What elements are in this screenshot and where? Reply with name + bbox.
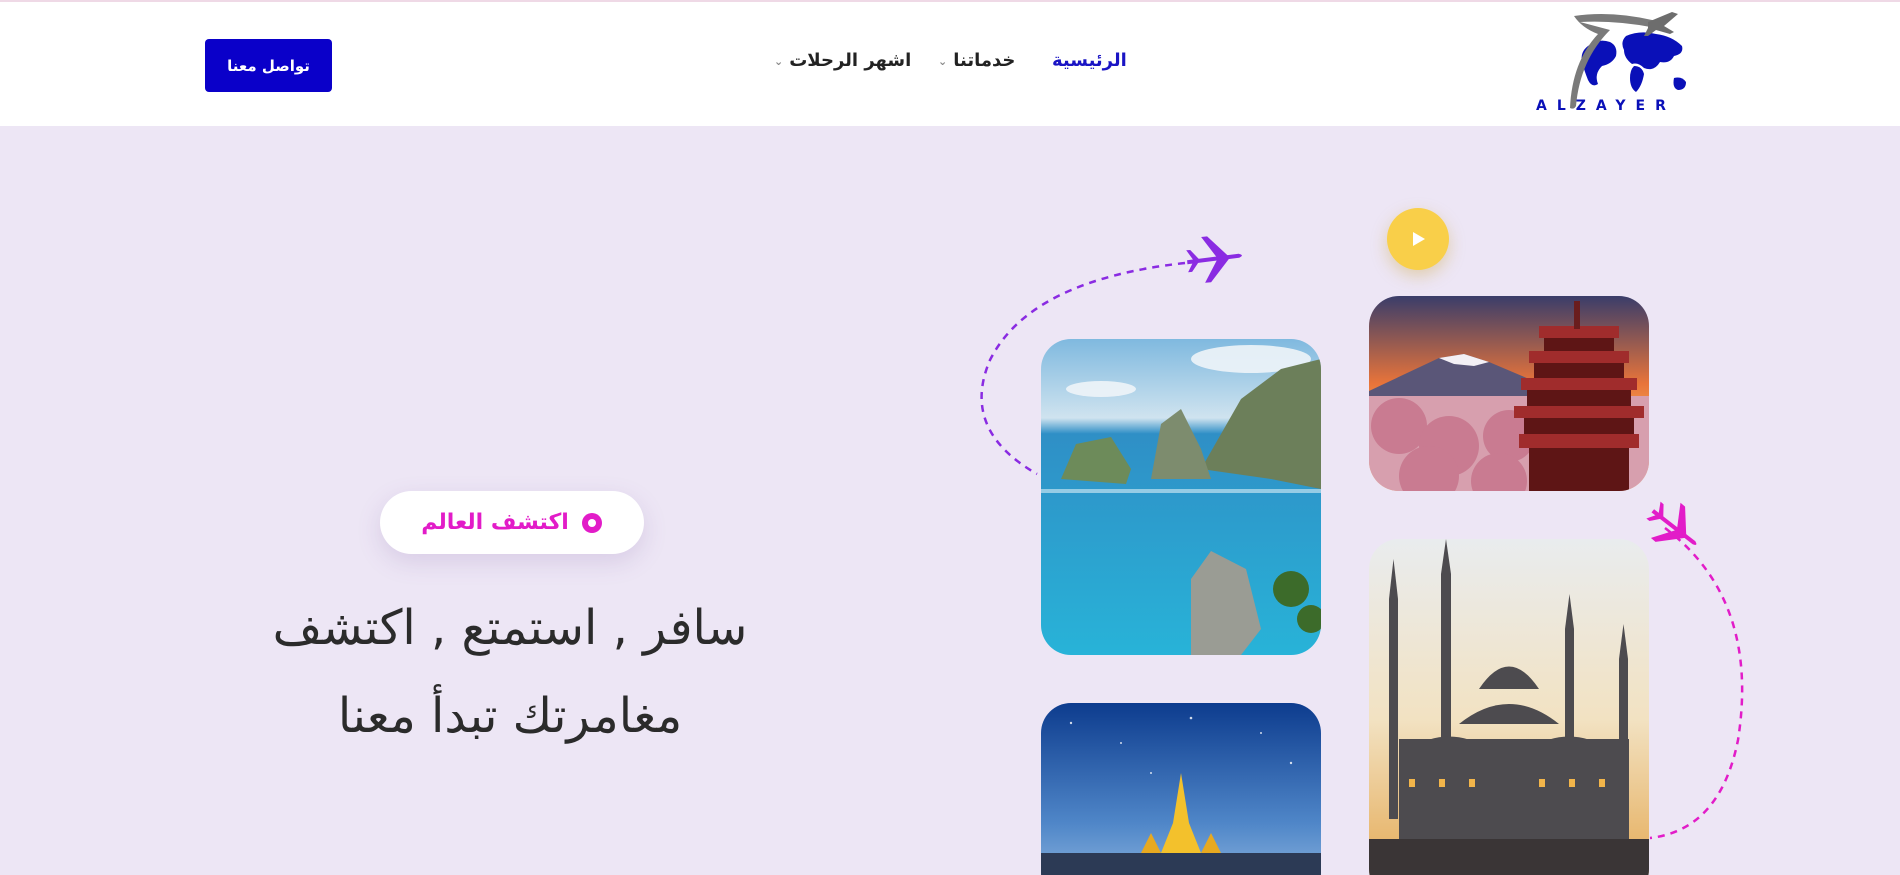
discover-world-badge: اكتشف العالم <box>380 491 644 554</box>
airplane-icon <box>1186 236 1242 283</box>
photo-bangkok-temple <box>1041 703 1321 875</box>
nav-popular-trips[interactable]: ⌄ اشهر الرحلات <box>774 50 911 71</box>
nav-popular-trips-label: اشهر الرحلات <box>789 50 912 71</box>
photo-blue-mosque <box>1369 539 1649 875</box>
site-header: ALZAYER الرئيسية ⌄ خدماتنا ⌄ اشهر الرحلات … <box>0 0 1900 126</box>
hero-headline-line1: سافر , استمتع , اكتشف <box>272 600 748 656</box>
nav-services[interactable]: ⌄ خدماتنا <box>938 50 1015 71</box>
photo-island-cliffs <box>1041 339 1321 655</box>
chevron-down-icon: ⌄ <box>938 54 948 68</box>
play-video-button[interactable] <box>1387 208 1449 270</box>
nav-home-label: الرئيسية <box>1052 50 1127 71</box>
alzayer-logo[interactable]: ALZAYER <box>1530 6 1698 118</box>
photo-japan-pagoda <box>1369 296 1649 491</box>
hero-headline-line2: مغامرتك تبدأ معنا <box>337 688 683 744</box>
nav-services-label: خدماتنا <box>953 50 1016 71</box>
airplane-icon <box>1646 501 1697 545</box>
logo-text: ALZAYER <box>1536 98 1676 114</box>
discover-world-label: اكتشف العالم <box>421 510 569 535</box>
contact-us-button[interactable]: تواصل معنا <box>205 39 332 92</box>
play-icon <box>1413 232 1425 246</box>
chevron-down-icon: ⌄ <box>774 54 784 68</box>
globe-icon <box>581 512 602 533</box>
nav-home[interactable]: الرئيسية <box>1052 50 1127 71</box>
